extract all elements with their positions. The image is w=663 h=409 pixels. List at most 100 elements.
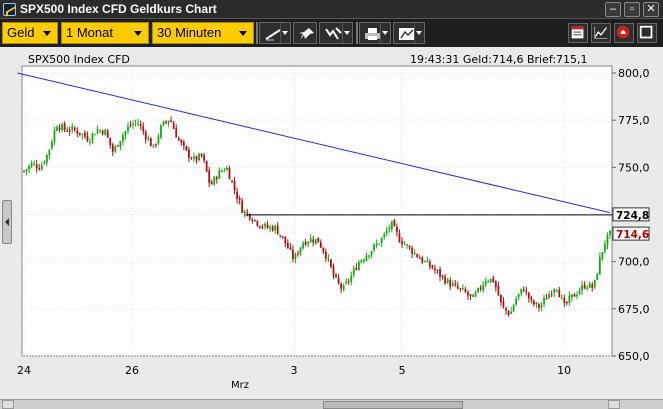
candle-body [319,242,322,248]
candle-body [251,220,254,222]
side-panel-handle[interactable] [2,200,12,244]
candle-body [439,269,441,277]
chevron-down-icon [130,25,146,41]
candle-body [563,298,566,303]
candle-body [441,275,444,277]
candle-body [360,260,363,263]
maximize-button[interactable] [637,23,657,43]
candle-body [236,191,238,199]
close-button[interactable]: ✕ [643,2,659,17]
x-axis: 24 26 3 5 10 Mrz [17,364,571,391]
title-bar: SPX500 Index CFD Geldkurs Chart – ▫ ✕ [0,0,663,19]
candle-body [591,284,594,288]
candle-body [571,294,573,298]
candle-body [416,253,419,258]
toolbar-separator [256,22,258,44]
chart-instrument-name: SPX500 Index CFD [28,53,130,66]
candle-body [588,283,591,288]
candle-body [484,280,487,285]
price-type-value: Geld [7,25,35,40]
candle-body [259,226,261,228]
candle-body [137,123,140,125]
price-type-dropdown[interactable]: Geld [2,22,58,44]
candle-body [264,223,266,227]
candle-body [479,287,482,290]
candle-body [487,281,490,283]
chevron-down-icon [414,23,424,43]
scroll-left-button[interactable] [2,400,14,409]
toolbar: Geld 1 Monat 30 Minuten [0,19,663,47]
chevron-down-icon [39,25,55,41]
chart-type-button[interactable] [393,22,425,44]
candle-body [378,243,381,245]
draw-line-button[interactable] [259,22,291,44]
candle-body [226,167,228,171]
scrollbar-thumb[interactable] [323,401,463,409]
candle-body [152,144,155,147]
alarm-button[interactable] [614,23,634,43]
candle-body [220,170,223,172]
candle-body [281,236,284,238]
print-button[interactable] [359,22,391,44]
candle-body [253,219,256,221]
level-price-tag: 724,8 [616,210,649,222]
chart-area[interactable]: 800,0775,0750,0725,0700,0675,0650,0724,8… [0,47,663,409]
candle-body [111,144,114,152]
candle-body [51,141,53,149]
candle-body [279,234,282,236]
candle-body [375,243,378,246]
candle-body [558,290,561,298]
candle-body [492,277,495,283]
candle-body [525,291,528,293]
candle-body [157,136,160,144]
candle-body [317,237,320,243]
candle-body [568,295,571,303]
candle-body [266,224,269,228]
candle-body [94,134,96,136]
candle-body [396,226,398,233]
candle-body [101,130,104,135]
candle-body [185,145,188,151]
pin-button[interactable] [293,22,317,44]
minimize-button[interactable]: – [605,2,621,17]
restore-button[interactable]: ▫ [624,2,640,17]
candle-body [314,239,317,244]
interval-dropdown[interactable]: 30 Minuten [152,22,254,44]
candle-body [527,292,530,299]
candle-body [83,132,86,137]
candle-body [61,124,63,131]
candle-body [48,149,51,156]
candle-body [274,225,277,231]
horizontal-scrollbar[interactable] [0,399,663,409]
candle-body [170,120,173,122]
candle-body [299,247,302,254]
scroll-right-button[interactable] [608,400,620,409]
candle-body [160,125,162,138]
indicator-button[interactable] [319,22,353,44]
candle-body [596,273,599,280]
candle-body [139,124,142,127]
layout-button[interactable] [568,23,588,43]
candle-body [512,305,515,312]
x-tick-label: 24 [17,364,31,377]
candle-body [403,244,406,246]
candle-body [581,285,583,291]
candle-body [385,230,388,234]
candle-body [172,122,175,129]
x-month-label: Mrz [231,380,249,391]
candle-body [269,226,271,229]
x-tick-label: 10 [557,364,571,377]
candle-body [175,128,178,138]
last-price-tag: 714,6 [616,229,649,241]
chart-canvas[interactable]: 800,0775,0750,0725,0700,0675,0650,0724,8… [0,47,663,409]
candle-body [96,129,99,134]
candle-body [434,268,436,271]
candle-body [271,226,274,231]
candle-body [215,177,218,180]
candle-body [167,120,170,124]
line-chart-button[interactable] [591,23,611,43]
candle-body [335,274,337,278]
period-dropdown[interactable]: 1 Monat [61,22,149,44]
candle-body [436,269,439,271]
chevron-down-icon [380,23,390,43]
